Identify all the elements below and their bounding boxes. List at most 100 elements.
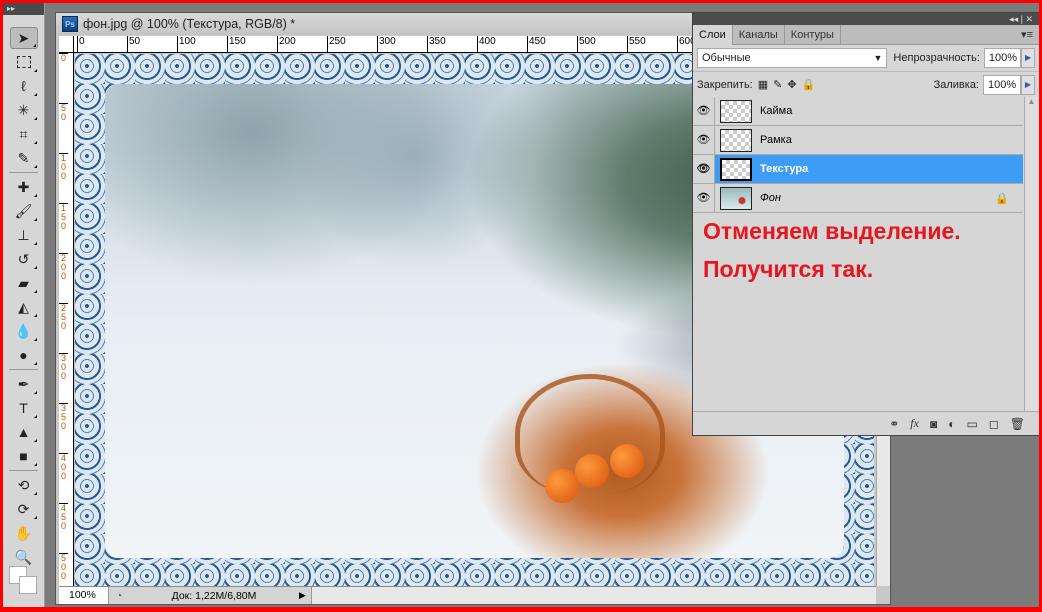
link-layers-icon[interactable]: ⚭ [889, 417, 899, 431]
toolbar-divider [9, 369, 38, 370]
eyedropper-tool[interactable]: ✎ [10, 147, 38, 169]
ruler-tick-label: 400 [477, 36, 496, 52]
horizontal-scrollbar[interactable] [311, 587, 876, 604]
photoshop-window: ▸▸ ➤ ℓ ✳ ⌗ ✎ ✚ 🖌 ⊥ ↺ ▰ ◭ 💧 ● ✒ T ▲ ■ ⟲ ⟳… [3, 3, 1039, 607]
lock-transparency-icon[interactable]: ▦ [758, 78, 768, 91]
lock-icon: 🔒 [995, 192, 1009, 205]
lock-all-icon[interactable]: 🔒 [802, 78, 816, 91]
layer-thumbnail [720, 128, 752, 152]
tools-panel: ▸▸ ➤ ℓ ✳ ⌗ ✎ ✚ 🖌 ⊥ ↺ ▰ ◭ 💧 ● ✒ T ▲ ■ ⟲ ⟳… [3, 3, 45, 607]
blur-tool[interactable]: 💧 [10, 320, 38, 342]
layer-row[interactable]: 👁 Рамка [693, 126, 1023, 155]
ruler-tick-label: 250 [59, 303, 68, 331]
lock-label: Закрепить: [697, 78, 753, 91]
eraser-tool[interactable]: ▰ [10, 272, 38, 294]
ruler-tick-label: 300 [377, 36, 396, 52]
layer-name: Рамка [760, 134, 792, 146]
brush-tool[interactable]: 🖌 [10, 200, 38, 222]
layer-thumbnail [720, 186, 752, 210]
toolbar-grip[interactable]: ▸▸ [3, 3, 44, 15]
chevron-down-icon: ▼ [873, 53, 883, 63]
marquee-tool[interactable] [10, 51, 38, 73]
ruler-tick-label: 100 [59, 153, 68, 181]
ruler-tick-label: 250 [327, 36, 346, 52]
ruler-tick-label: 200 [277, 36, 296, 52]
hand-tool[interactable]: ✋ [10, 522, 38, 544]
healing-brush-tool[interactable]: ✚ [10, 176, 38, 198]
blend-mode-value: Обычные [702, 52, 751, 64]
lock-pixels-icon[interactable]: ✎ [773, 78, 782, 91]
ruler-tick-label: 300 [59, 353, 68, 381]
layer-row-selected[interactable]: 👁 Текстура [693, 155, 1023, 184]
ruler-tick-label: 500 [59, 553, 68, 581]
path-selection-tool[interactable]: ▲ [10, 421, 38, 443]
lasso-tool[interactable]: ℓ [10, 75, 38, 97]
orange [610, 444, 644, 478]
clone-stamp-tool[interactable]: ⊥ [10, 224, 38, 246]
fill-slider-button[interactable]: ▶ [1021, 74, 1035, 95]
collapse-icon[interactable]: ◂◂ [1009, 14, 1018, 24]
layers-panel: ◂◂ | ✕ Слои Каналы Контуры ▾≡ Обычные ▼ Н… [692, 12, 1039, 436]
trash-icon[interactable]: 🗑 [1010, 417, 1025, 431]
ruler-tick-label: 500 [577, 36, 596, 52]
new-group-icon[interactable]: ▭ [966, 417, 977, 431]
layer-row[interactable]: 👁 Кайма [693, 97, 1023, 126]
tab-layers[interactable]: Слои [693, 25, 733, 45]
fill-input[interactable]: 100% [983, 74, 1021, 95]
magic-wand-tool[interactable]: ✳ [10, 99, 38, 121]
status-icon[interactable]: ◔ [109, 590, 129, 602]
panel-header: ◂◂ | ✕ [693, 13, 1039, 25]
eye-icon[interactable]: 👁 [693, 184, 715, 212]
eye-icon[interactable]: 👁 [693, 126, 715, 154]
type-tool[interactable]: T [10, 397, 38, 419]
status-menu-arrow[interactable]: ▶ [299, 590, 311, 601]
ruler-tick-label: 150 [59, 203, 68, 231]
document-size: Док: 1,22M/6,80M [171, 589, 257, 602]
history-brush-tool[interactable]: ↺ [10, 248, 38, 270]
blend-mode-select[interactable]: Обычные ▼ [697, 48, 888, 68]
rectangle-tool[interactable]: ■ [10, 445, 38, 467]
new-layer-icon[interactable]: ◻ [989, 417, 999, 431]
move-tool[interactable]: ➤ [9, 27, 38, 49]
ruler-tick-label: 200 [59, 253, 68, 281]
photoshop-icon: Ps [62, 16, 78, 32]
crop-tool[interactable]: ⌗ [10, 123, 38, 145]
opacity-input[interactable]: 100% [983, 48, 1022, 68]
vertical-ruler[interactable]: 0 50 100 150 200 250 300 350 400 450 500 [59, 53, 74, 586]
eye-icon[interactable]: 👁 [693, 97, 715, 125]
layers-scrollbar[interactable]: ▲ [1024, 97, 1038, 411]
ruler-origin[interactable] [59, 36, 74, 53]
zoom-tool[interactable]: 🔍 [10, 546, 38, 568]
eye-icon[interactable]: 👁 [693, 155, 715, 183]
tab-channels[interactable]: Каналы [733, 25, 785, 44]
add-mask-icon[interactable]: ◙ [930, 417, 937, 431]
background-color-swatch[interactable] [19, 576, 37, 594]
3d-orbit-tool[interactable]: ⟳ [10, 498, 38, 520]
dodge-tool[interactable]: ● [10, 344, 38, 366]
ruler-tick-label: 150 [227, 36, 246, 52]
tab-paths[interactable]: Контуры [785, 25, 841, 44]
ruler-tick-label: 400 [59, 453, 68, 481]
orange [545, 469, 579, 503]
paint-bucket-tool[interactable]: ◭ [10, 296, 38, 318]
toolbar-divider [9, 172, 38, 173]
adjustment-layer-icon[interactable]: ◐ [948, 417, 955, 431]
layer-name: Текстура [760, 163, 809, 175]
3d-rotate-tool[interactable]: ⟲ [10, 474, 38, 496]
fx-icon[interactable]: fx [910, 416, 919, 431]
ruler-tick-label: 100 [177, 36, 196, 52]
close-icon[interactable]: ✕ [1025, 14, 1033, 24]
panel-menu-icon[interactable]: ▾≡ [1021, 28, 1033, 41]
toolbar-divider [9, 470, 38, 471]
orange [575, 454, 609, 488]
layer-name: Кайма [760, 105, 793, 117]
opacity-label: Непрозрачность: [893, 52, 980, 64]
layer-row[interactable]: 👁 Фон 🔒 [693, 184, 1023, 213]
zoom-level-field[interactable]: 100% [59, 587, 109, 604]
status-bar: 100% ◔ Док: 1,22M/6,80M ▶ [59, 586, 876, 604]
ruler-tick-label: 50 [127, 36, 140, 52]
lock-position-icon[interactable]: ✥ [787, 78, 796, 91]
opacity-slider-button[interactable]: ▶ [1021, 48, 1035, 68]
ruler-tick-label: 50 [59, 103, 68, 122]
pen-tool[interactable]: ✒ [10, 373, 38, 395]
